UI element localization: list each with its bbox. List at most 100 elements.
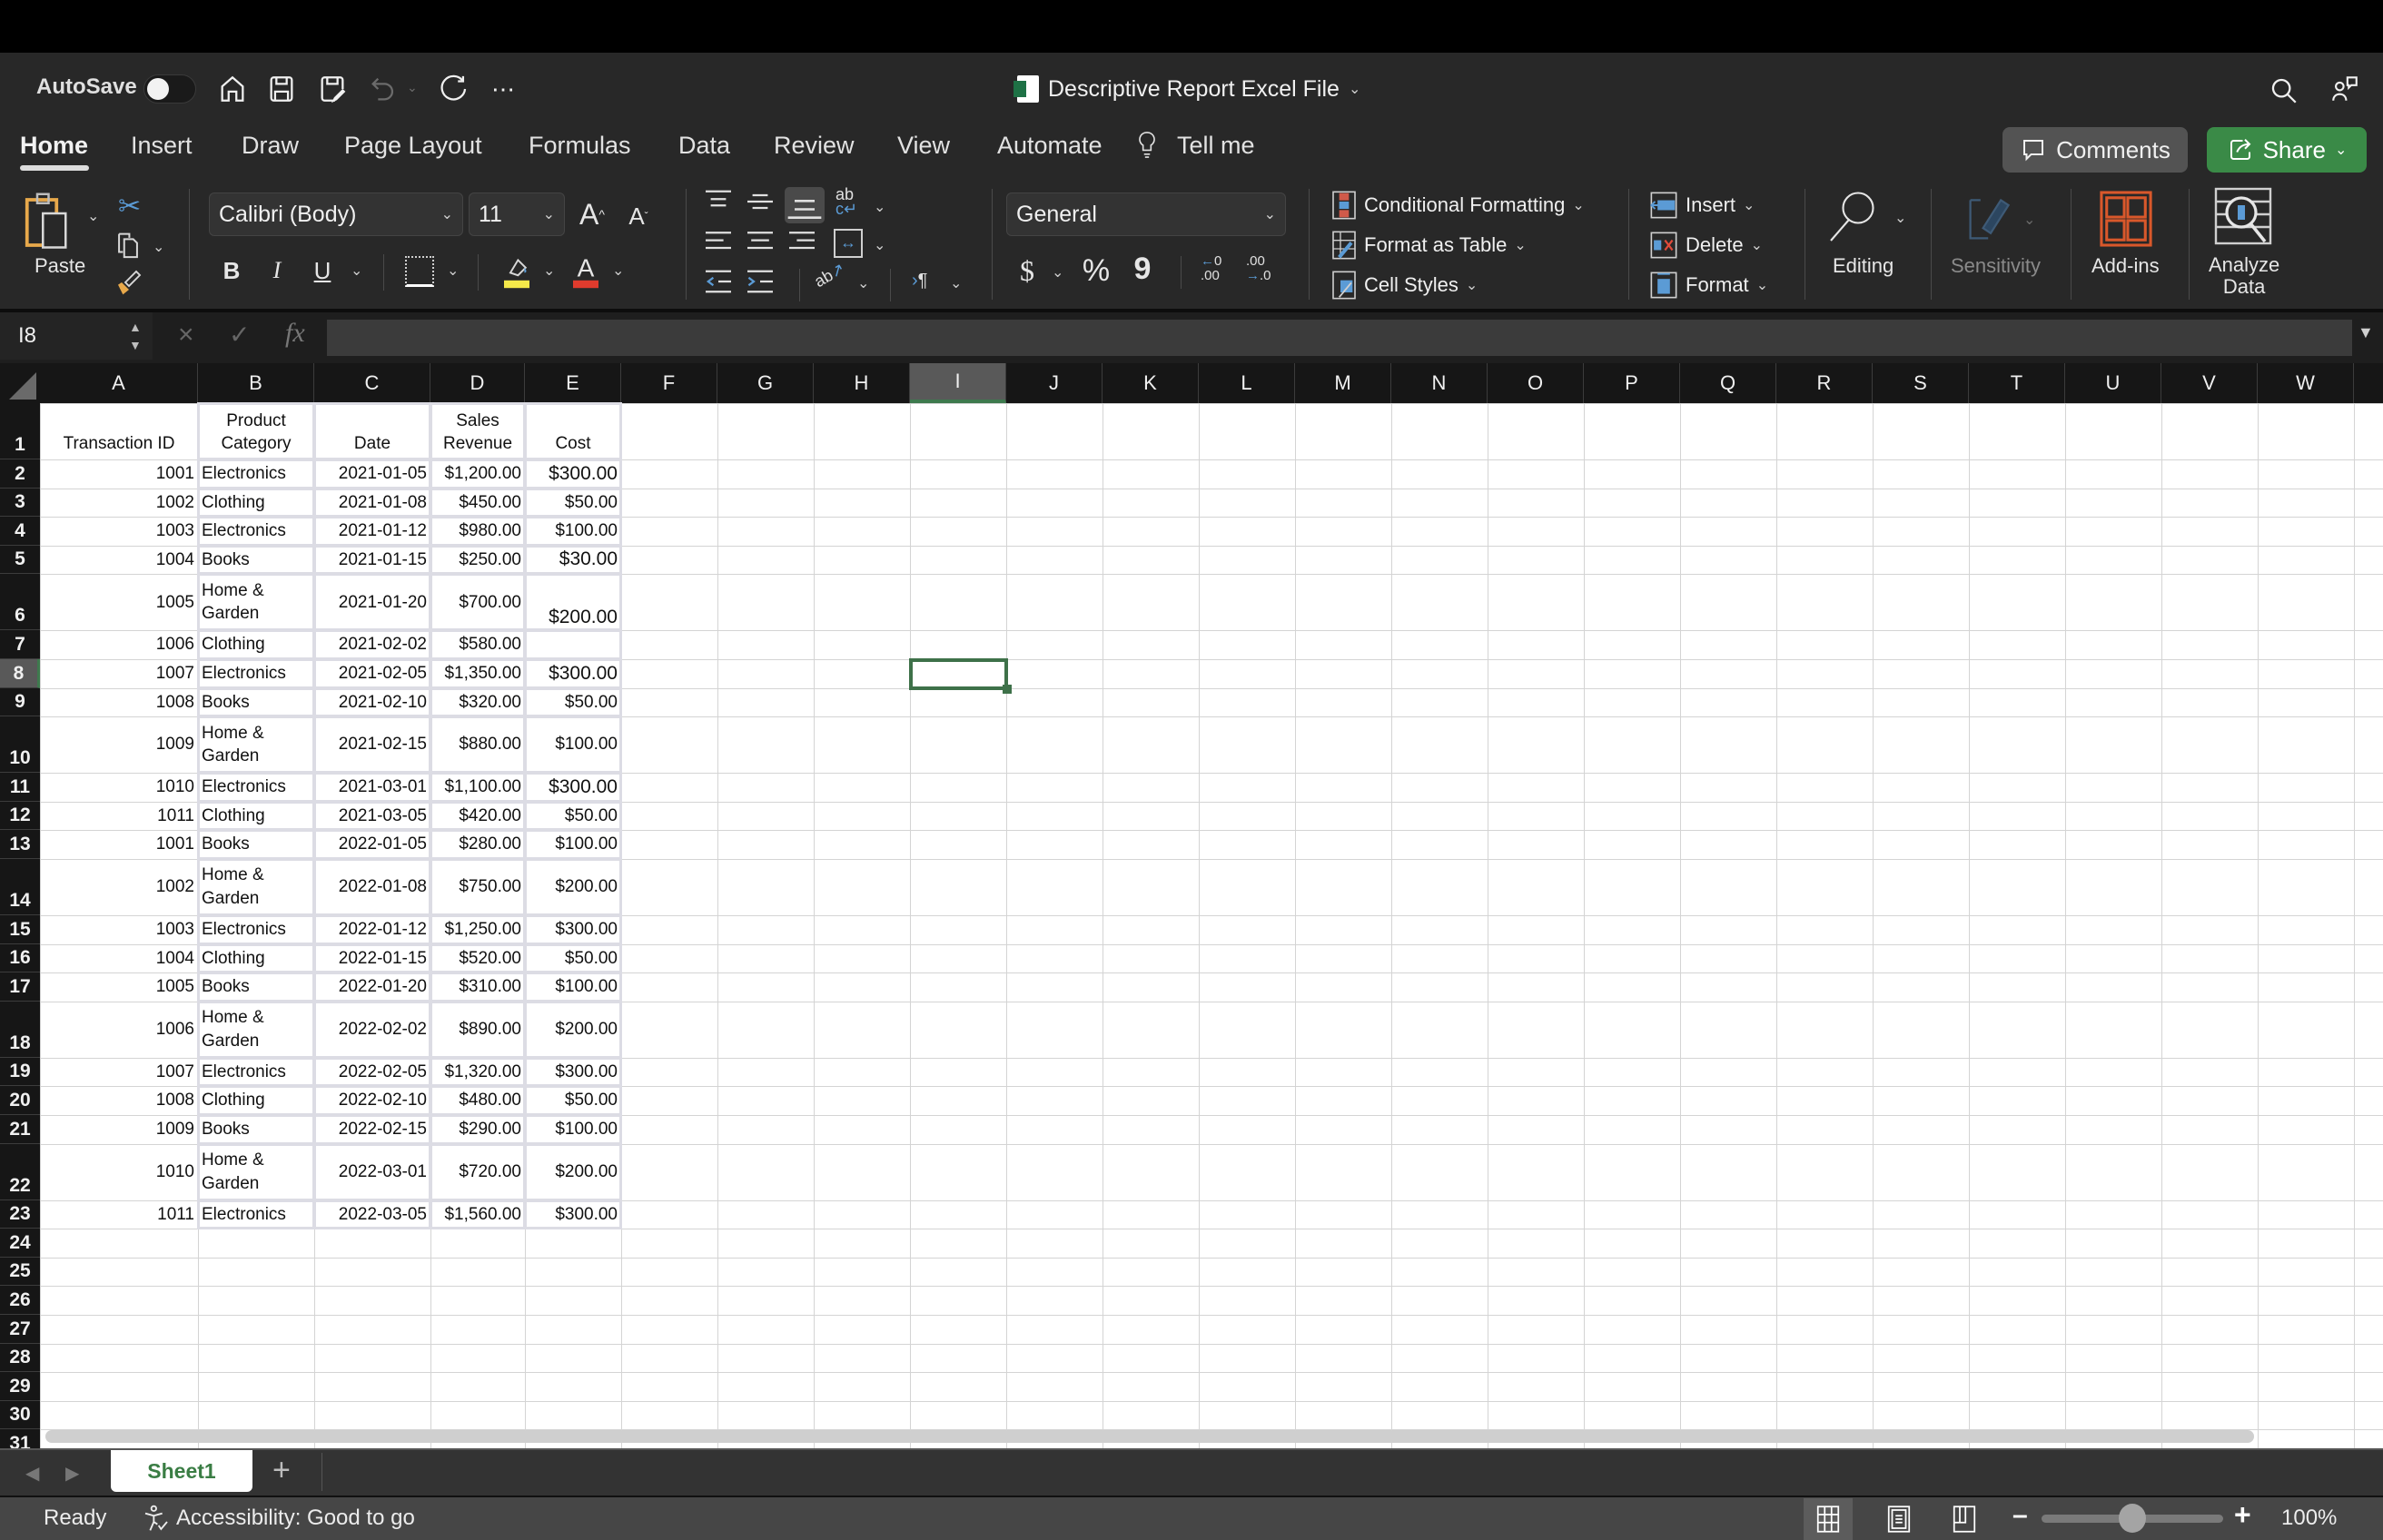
wrap-text-dropdown-icon[interactable]: ⌄ (874, 198, 885, 216)
cell-date[interactable]: 2022-03-05 (313, 1199, 431, 1230)
paste-label[interactable]: Paste (35, 254, 85, 278)
cell-sales-revenue[interactable]: $1,560.00 (430, 1199, 526, 1230)
cell-date[interactable]: 2021-01-15 (313, 544, 431, 576)
cell-sales-revenue[interactable]: $720.00 (430, 1142, 526, 1201)
column-header-R[interactable]: R (1776, 363, 1873, 403)
cell-transaction-id[interactable]: 1003 (40, 517, 198, 546)
row-header-19[interactable]: 19 (0, 1057, 40, 1087)
column-header-B[interactable]: B (198, 363, 314, 403)
cell-date[interactable]: 2021-01-08 (313, 487, 431, 518)
currency-dropdown-icon[interactable]: ⌄ (1052, 263, 1063, 281)
save-icon[interactable] (263, 71, 300, 107)
cell-sales-revenue[interactable]: $1,200.00 (430, 459, 526, 489)
cell-cost[interactable]: $200.00 (524, 858, 622, 916)
bold-button[interactable]: B (218, 254, 245, 287)
addins-icon[interactable] (2100, 191, 2154, 247)
row-header-29[interactable]: 29 (0, 1372, 40, 1401)
undo-dropdown-icon[interactable]: ⌄ (407, 80, 418, 95)
column-header-H[interactable]: H (814, 363, 910, 403)
column-header-C[interactable]: C (314, 363, 430, 403)
expand-formula-bar-icon[interactable]: ▼ (2358, 323, 2374, 342)
selected-cell-I8[interactable] (909, 658, 1008, 690)
cell-transaction-id[interactable]: 1008 (40, 688, 198, 717)
accessibility-icon[interactable] (142, 1504, 173, 1535)
cancel-formula-icon[interactable]: × (178, 320, 194, 350)
horizontal-scrollbar[interactable] (45, 1430, 2254, 1443)
tab-home[interactable]: Home (20, 132, 88, 160)
cell-product-category[interactable]: Books (197, 1114, 315, 1145)
cell-cost[interactable]: $200.00 (524, 1142, 622, 1201)
row-header-13[interactable]: 13 (0, 830, 40, 859)
row-header-15[interactable]: 15 (0, 915, 40, 944)
cell-sales-revenue[interactable]: $980.00 (430, 516, 526, 547)
cell-transaction-id[interactable]: 1001 (40, 830, 198, 859)
format-painter-icon[interactable] (114, 268, 145, 299)
header-cost[interactable]: Cost (524, 402, 622, 460)
accessibility-status[interactable]: Accessibility: Good to go (176, 1505, 415, 1531)
row-header-28[interactable]: 28 (0, 1343, 40, 1373)
fill-handle[interactable] (1003, 684, 1012, 694)
cell-product-category[interactable]: Electronics (197, 459, 315, 489)
cell-transaction-id[interactable]: 1002 (40, 489, 198, 518)
save-as-icon[interactable] (314, 71, 351, 107)
cell-transaction-id[interactable]: 1006 (40, 630, 198, 659)
number-format-dropdown[interactable]: General ⌄ (1006, 192, 1286, 236)
format-cells-button[interactable]: Format ⌄ (1649, 269, 1768, 301)
autosave-toggle[interactable] (143, 74, 196, 104)
cell-date[interactable]: 2021-03-05 (313, 800, 431, 832)
row-header-17[interactable]: 17 (0, 972, 40, 1002)
font-color-icon[interactable]: A (570, 252, 601, 291)
cell-product-category[interactable]: Books (197, 544, 315, 576)
cell-cost[interactable]: $300.00 (524, 459, 622, 489)
cell-sales-revenue[interactable]: $580.00 (430, 629, 526, 660)
underline-dropdown-icon[interactable]: ⌄ (351, 262, 362, 280)
tab-page-layout[interactable]: Page Layout (344, 132, 482, 160)
zoom-slider-thumb[interactable] (2119, 1504, 2146, 1533)
font-color-dropdown-icon[interactable]: ⌄ (612, 262, 624, 280)
column-header-L[interactable]: L (1199, 363, 1295, 403)
cell-cost[interactable]: $100.00 (524, 716, 622, 775)
row-header-14[interactable]: 14 (0, 859, 40, 915)
row-header-18[interactable]: 18 (0, 1001, 40, 1058)
row-header-24[interactable]: 24 (0, 1229, 40, 1258)
cell-sales-revenue[interactable]: $750.00 (430, 858, 526, 916)
header-date[interactable]: Date (313, 402, 431, 460)
cell-date[interactable]: 2021-02-02 (313, 629, 431, 660)
share-button[interactable]: Share ⌄ (2207, 127, 2367, 173)
cell-transaction-id[interactable]: 1004 (40, 546, 198, 575)
font-size-dropdown[interactable]: 11 ⌄ (469, 192, 565, 236)
cell-product-category[interactable]: Clothing (197, 1085, 315, 1116)
cell-sales-revenue[interactable]: $700.00 (430, 573, 526, 632)
cell-transaction-id[interactable]: 1004 (40, 944, 198, 973)
cell-cost[interactable]: $50.00 (524, 943, 622, 974)
document-title[interactable]: Descriptive Report Excel File ⌄ (1014, 73, 1360, 105)
cell-sales-revenue[interactable]: $1,100.00 (430, 772, 526, 803)
cell-cost[interactable]: $300.00 (524, 1056, 622, 1088)
orientation-dropdown-icon[interactable]: ⌄ (857, 274, 869, 292)
share-people-icon[interactable] (2327, 71, 2363, 107)
cell-transaction-id[interactable]: 1001 (40, 459, 198, 489)
undo-icon[interactable] (365, 71, 401, 107)
cell-date[interactable]: 2021-01-12 (313, 516, 431, 547)
cell-sales-revenue[interactable]: $880.00 (430, 716, 526, 775)
copy-icon[interactable] (113, 229, 145, 262)
cell-product-category[interactable]: Electronics (197, 658, 315, 689)
row-header-8[interactable]: 8 (0, 659, 40, 688)
cell-date[interactable]: 2022-01-08 (313, 858, 431, 916)
editing-label[interactable]: Editing (1833, 254, 1894, 278)
column-header-V[interactable]: V (2161, 363, 2258, 403)
home-icon[interactable] (214, 71, 251, 107)
cell-date[interactable]: 2021-01-05 (313, 459, 431, 489)
cell-cost[interactable]: $50.00 (524, 487, 622, 518)
comments-button[interactable]: Comments (2002, 127, 2188, 173)
add-sheet-icon[interactable]: + (272, 1453, 291, 1488)
cell-cost[interactable]: $50.00 (524, 1085, 622, 1116)
cell-date[interactable]: 2022-01-12 (313, 914, 431, 945)
row-header-31[interactable]: 31 (0, 1429, 40, 1448)
analyze-data-label[interactable]: Analyze Data (2209, 254, 2279, 298)
cell-transaction-id[interactable]: 1003 (40, 915, 198, 944)
paste-icon[interactable] (24, 191, 69, 250)
cell-product-category[interactable]: Books (197, 829, 315, 860)
row-header-5[interactable]: 5 (0, 545, 40, 575)
cell-product-category[interactable]: Clothing (197, 800, 315, 832)
